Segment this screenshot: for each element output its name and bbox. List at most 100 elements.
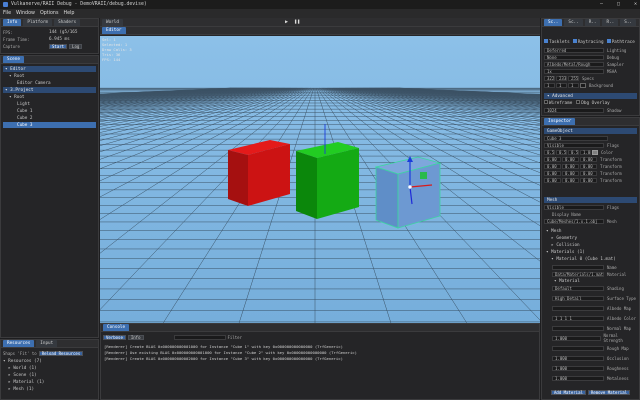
resource-tree-item[interactable]: ▸ Mesh (1): [3, 386, 96, 392]
scene-tree-item[interactable]: ▾ Editor: [3, 66, 96, 72]
value-field[interactable]: 1: [556, 82, 567, 88]
transform-value-field[interactable]: 0.00: [544, 156, 561, 162]
verbose-filter-button[interactable]: Verbose: [103, 334, 126, 340]
color-component-field[interactable]: 1.0: [580, 149, 591, 155]
color-component-field[interactable]: 0.5: [568, 149, 579, 155]
tasklets-checkbox[interactable]: [544, 39, 548, 43]
resource-tree-item[interactable]: ▸ Material (1): [3, 379, 96, 385]
gameobject-header[interactable]: GameObject: [544, 128, 637, 134]
log-button[interactable]: Log: [69, 43, 83, 49]
material-property-field[interactable]: High Detail: [552, 295, 604, 301]
material-property-field[interactable]: 1.000: [552, 355, 604, 361]
raytracing-checkbox[interactable]: [572, 39, 577, 43]
red-cube[interactable]: [228, 140, 290, 206]
material-path-field[interactable]: Data/Materials/1.mat: [552, 271, 604, 277]
tab-sc1[interactable]: Sc..: [544, 19, 563, 26]
tab-sc2[interactable]: Sc..: [564, 19, 583, 26]
pause-icon[interactable]: ❚❚: [294, 19, 300, 25]
tab-input[interactable]: Input: [36, 340, 58, 347]
object-name-field[interactable]: Cube 3: [544, 135, 608, 141]
scene-tree-item[interactable]: Light: [3, 101, 96, 107]
tab-platform[interactable]: Platform: [23, 19, 53, 26]
shadow-field[interactable]: 1024: [544, 107, 604, 113]
scene-tree-item[interactable]: ▾ Root: [3, 73, 96, 79]
transform-value-field[interactable]: 0.00: [562, 170, 579, 176]
add-material-button[interactable]: Add Material: [550, 389, 586, 395]
reload-resources-button[interactable]: Reload Resources: [38, 350, 84, 356]
value-field[interactable]: 1: [544, 82, 555, 88]
minimize-button[interactable]: —: [600, 1, 603, 7]
tab-shaders[interactable]: Shaders: [54, 19, 81, 26]
scene-tree-item[interactable]: Editor Camera: [3, 80, 96, 86]
transform-value-field[interactable]: 0.00: [544, 170, 561, 176]
value-field[interactable]: 1: [568, 82, 579, 88]
menu-file[interactable]: File: [3, 11, 11, 16]
object-flags-field[interactable]: Visible: [544, 142, 604, 148]
filter-input[interactable]: [173, 334, 226, 340]
tab-editor[interactable]: Editor: [102, 27, 126, 34]
mesh-tree-item[interactable]: ▾ Materials (1): [544, 249, 637, 255]
transform-value-field[interactable]: 0.00: [562, 156, 579, 162]
dbg-overlay-checkbox[interactable]: [576, 100, 581, 104]
settings-select[interactable]: None: [544, 54, 604, 60]
scene-tree-item[interactable]: ▾ Root: [3, 94, 96, 100]
scene-tree-item[interactable]: Cube 2: [3, 115, 96, 121]
tab-console[interactable]: Console: [103, 324, 130, 331]
value-field[interactable]: 233: [556, 75, 567, 81]
scene-tree-item[interactable]: Cube 3: [3, 122, 96, 128]
scene-tree-item[interactable]: ▾ 3.Project: [3, 87, 96, 93]
transform-value-field[interactable]: 0.00: [580, 163, 597, 169]
mesh-header[interactable]: Mesh: [544, 197, 637, 203]
value-field[interactable]: 322: [544, 75, 555, 81]
color-component-field[interactable]: 0.5: [544, 149, 555, 155]
tab-inspector[interactable]: Inspector: [544, 118, 576, 125]
tab-r2[interactable]: R..: [602, 19, 619, 26]
capture-start-button[interactable]: Start: [49, 43, 68, 49]
tab-r1[interactable]: R..: [584, 19, 601, 26]
3d-scene[interactable]: [100, 36, 540, 323]
advanced-header[interactable]: ▾ Advanced: [544, 93, 637, 99]
material-property-field[interactable]: [552, 325, 604, 331]
resource-tree-item[interactable]: ▸ World (1): [3, 365, 96, 371]
material-property-field[interactable]: Default: [552, 285, 604, 291]
info-filter-button[interactable]: Info: [127, 334, 144, 340]
material-property-field[interactable]: 1.000: [552, 375, 604, 381]
mesh-tree-item[interactable]: ▾ Material 0 (Cube 1.mat): [544, 256, 637, 262]
close-button[interactable]: ✕: [634, 1, 637, 7]
settings-select[interactable]: Deferred: [544, 47, 604, 53]
transform-value-field[interactable]: 0.00: [544, 177, 561, 183]
menu-options[interactable]: Options: [40, 11, 59, 16]
tab-scene[interactable]: Scene: [3, 56, 24, 63]
tab-info[interactable]: Info: [3, 19, 22, 26]
mesh-path-field[interactable]: Cube/Meshes/1.x.1.obj: [544, 218, 604, 224]
pathtrace-checkbox[interactable]: [606, 39, 611, 43]
background-swatch[interactable]: [580, 82, 586, 88]
transform-value-field[interactable]: 0.00: [562, 163, 579, 169]
material-property-field[interactable]: [552, 305, 604, 311]
resource-tree-item[interactable]: ▾ Resources (7): [3, 358, 96, 364]
tab-s[interactable]: S..: [620, 19, 637, 26]
material-property-field[interactable]: 1.000: [552, 365, 604, 371]
tab-resources[interactable]: Resources: [3, 340, 35, 347]
transform-value-field[interactable]: 0.00: [580, 177, 597, 183]
menu-window[interactable]: Window: [16, 11, 35, 16]
scene-tree-item[interactable]: Cube 1: [3, 108, 96, 114]
transform-value-field[interactable]: 0.00: [580, 156, 597, 162]
wireframe-checkbox[interactable]: [544, 100, 548, 104]
settings-select[interactable]: Albedo/Metal/Rough: [544, 61, 604, 67]
resource-tree-item[interactable]: ▸ Scene (1): [3, 372, 96, 378]
material-property-field[interactable]: [552, 345, 604, 351]
material-property-field[interactable]: 1 1 1 1: [552, 315, 604, 321]
play-icon[interactable]: ▶: [285, 19, 288, 25]
color-swatch[interactable]: [592, 149, 598, 155]
menu-help[interactable]: Help: [63, 11, 74, 16]
maximize-button[interactable]: □: [617, 1, 620, 7]
color-component-field[interactable]: 0.5: [556, 149, 567, 155]
transform-value-field[interactable]: 0.00: [544, 163, 561, 169]
green-cube[interactable]: [296, 142, 359, 219]
material-property-field[interactable]: 1.000: [552, 335, 601, 341]
selected-blue-cube[interactable]: [374, 156, 442, 229]
material-name-field[interactable]: [552, 264, 604, 270]
mesh-flags-field[interactable]: Visible: [544, 204, 604, 210]
settings-select[interactable]: 1x: [544, 68, 604, 74]
